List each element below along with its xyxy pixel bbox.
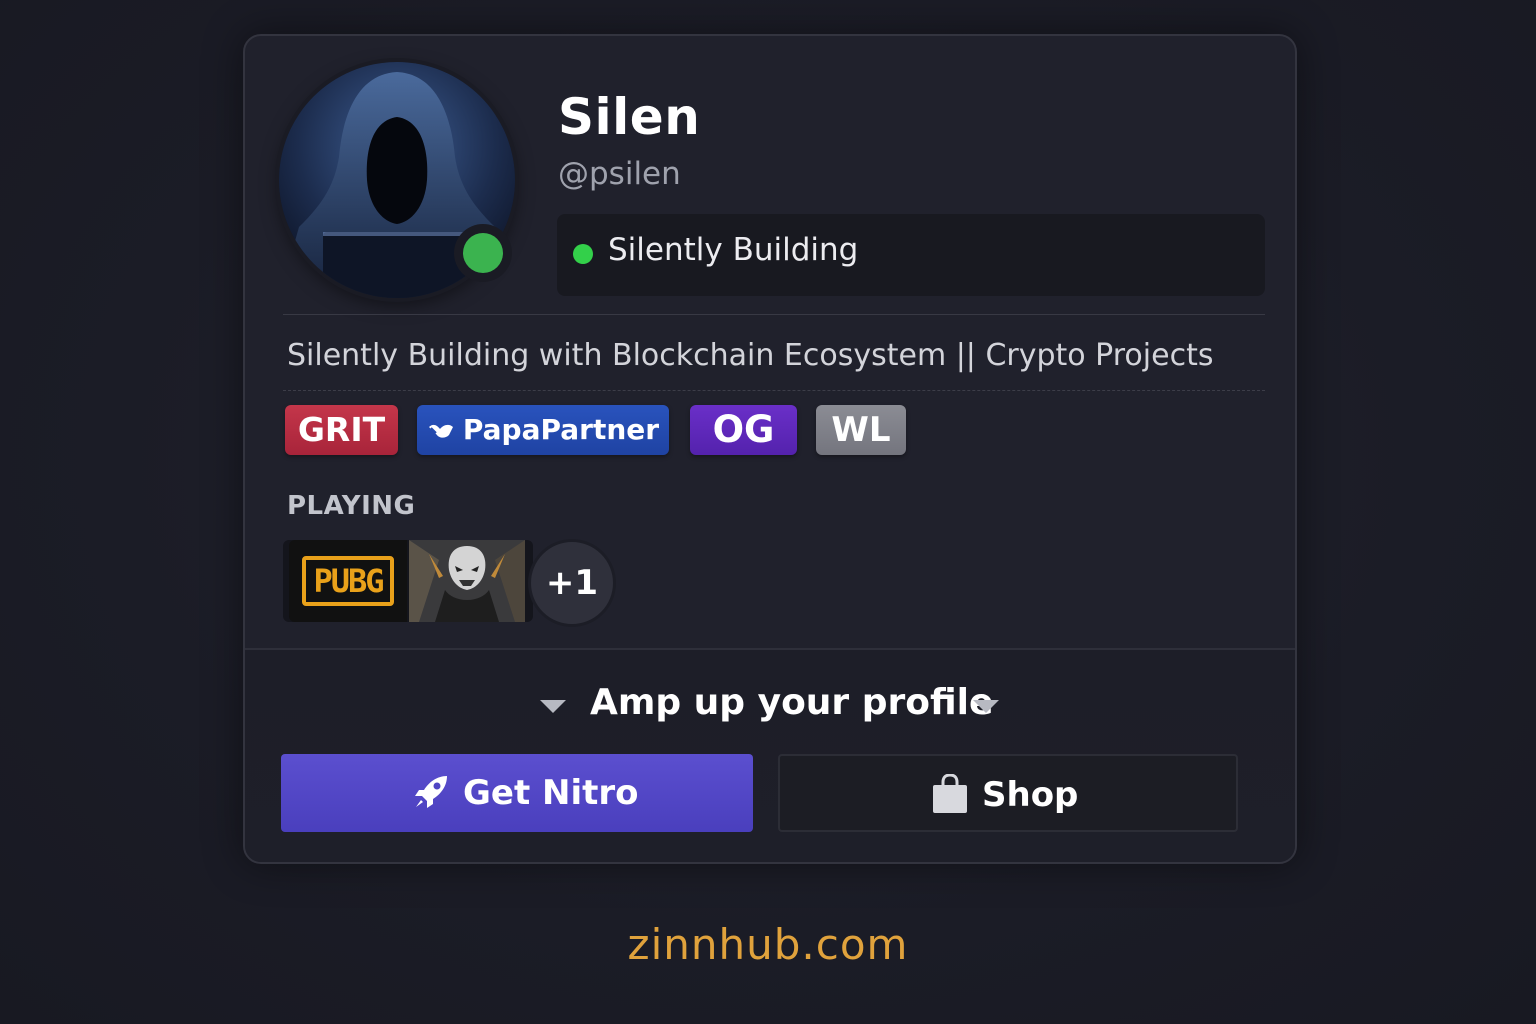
shop-button[interactable]: Shop [778, 754, 1238, 832]
online-status-indicator [454, 224, 512, 282]
custom-status-text: Silently Building [608, 232, 859, 268]
shopping-bag-icon [933, 773, 967, 813]
divider [283, 314, 1265, 315]
chevron-down-icon [540, 700, 566, 713]
status-dot-icon [573, 244, 593, 264]
custom-status[interactable]: Silently Building [557, 214, 1265, 296]
playing-games: PUBG +1 [283, 539, 616, 627]
online-status-dot [463, 233, 503, 273]
dashed-divider [283, 390, 1265, 391]
handshake-icon [428, 424, 453, 438]
badge-og[interactable]: OG [690, 405, 797, 455]
pubg-logo-icon: PUBG [302, 556, 394, 606]
more-games-counter[interactable]: +1 [528, 539, 616, 627]
rocket-icon [415, 775, 447, 808]
game-pubg[interactable]: PUBG [289, 540, 407, 622]
badge-papapartner[interactable]: PapaPartner [417, 405, 669, 455]
badge-papapartner-label: PapaPartner [462, 413, 660, 446]
display-name: Silen [558, 88, 701, 146]
game-art-icon [409, 540, 525, 622]
chevron-down-icon [973, 700, 999, 713]
page: Silen @psilen Silently Building Silently… [0, 0, 1536, 1024]
bio: Silently Building with Blockchain Ecosys… [287, 338, 1214, 373]
username[interactable]: @psilen [558, 156, 681, 192]
amp-up-title: Amp up your profile [590, 682, 994, 723]
get-nitro-label: Get Nitro [463, 773, 639, 813]
playing-label: PLAYING [287, 491, 416, 521]
amp-up-section[interactable]: Amp up your profile [245, 682, 1295, 726]
game-art[interactable] [409, 540, 525, 622]
badge-wl[interactable]: WL [816, 405, 906, 455]
watermark: zinnhub.com [627, 920, 909, 969]
shop-label: Shop [982, 775, 1079, 815]
badge-grit[interactable]: GRIT [285, 405, 398, 455]
profile-card: Silen @psilen Silently Building Silently… [243, 34, 1297, 864]
get-nitro-button[interactable]: Get Nitro [281, 754, 753, 832]
